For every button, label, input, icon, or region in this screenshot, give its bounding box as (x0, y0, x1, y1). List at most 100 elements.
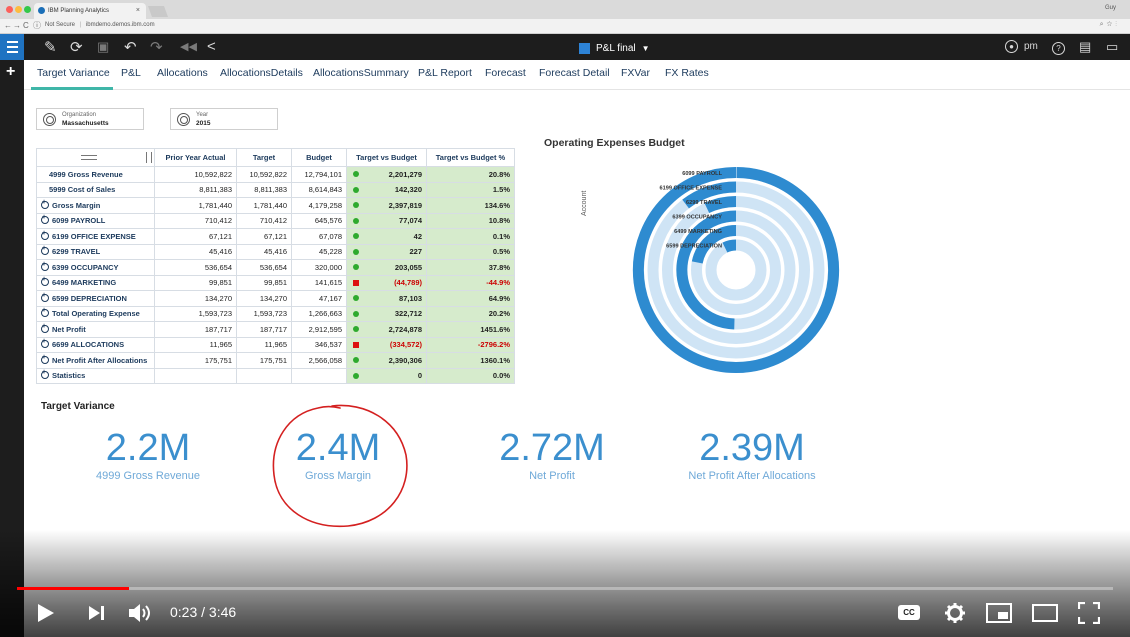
column-header[interactable]: Budget (291, 148, 347, 167)
browser-tab[interactable]: IBM Planning Analytics × (34, 3, 146, 19)
cell-target[interactable] (236, 367, 292, 384)
theater-mode-icon[interactable] (1032, 604, 1058, 622)
tab-pl-report[interactable]: P&L Report (418, 67, 472, 79)
zoom-icon[interactable]: ⌕ (1100, 21, 1107, 28)
row-header[interactable]: Total Operating Expense (36, 305, 155, 322)
cell-target[interactable]: 175,751 (236, 352, 292, 369)
add-icon[interactable]: + (6, 63, 15, 81)
miniplayer-icon[interactable] (986, 603, 1012, 623)
video-progress-bar[interactable] (17, 587, 1113, 590)
cell-budget[interactable]: 1,266,663 (291, 305, 347, 322)
expand-icon[interactable] (41, 323, 49, 333)
tab-close-icon[interactable]: × (136, 7, 140, 14)
cell-target[interactable]: 134,270 (236, 290, 292, 307)
column-header[interactable]: Prior Year Actual (154, 148, 237, 167)
tab-fxvar[interactable]: FXVar (621, 67, 650, 79)
cell-prior-year-actual[interactable]: 1,781,440 (154, 197, 237, 214)
share-icon[interactable]: < (207, 38, 216, 55)
cell-target[interactable]: 67,121 (236, 228, 292, 245)
cell-target[interactable]: 11,965 (236, 336, 292, 353)
url-field[interactable]: Not Secure | ibmdemo.demos.ibm.com (45, 22, 155, 28)
row-header[interactable]: Net Profit (36, 321, 155, 338)
cell-prior-year-actual[interactable]: 11,965 (154, 336, 237, 353)
close-window-icon[interactable] (6, 6, 13, 13)
row-header[interactable]: 6599 DEPRECIATION (36, 290, 155, 307)
tab-allocations-details[interactable]: AllocationsDetails (220, 67, 303, 79)
forward-icon[interactable]: → (13, 21, 21, 30)
cell-target[interactable]: 10,592,822 (236, 166, 292, 183)
workbook-selector[interactable]: P&L final ▼ (579, 40, 650, 56)
hamburger-menu-icon[interactable] (0, 34, 24, 60)
tab-target-variance[interactable]: Target Variance (37, 67, 110, 79)
chat-icon[interactable]: ▭ (1106, 39, 1118, 55)
back-icon[interactable]: ← (4, 21, 12, 30)
columns-icon[interactable] (146, 152, 152, 163)
tab-fx-rates[interactable]: FX Rates (665, 67, 709, 79)
captions-icon[interactable]: CC (898, 605, 920, 620)
bookmark-star-icon[interactable]: ☆ (1107, 21, 1116, 28)
cell-target[interactable]: 187,717 (236, 321, 292, 338)
cell-target[interactable]: 1,593,723 (236, 305, 292, 322)
column-header[interactable]: Target vs Budget (346, 148, 427, 167)
row-header[interactable]: 4999 Gross Revenue (36, 166, 155, 183)
edit-pencil-icon[interactable]: ✎ (44, 38, 57, 56)
cell-prior-year-actual[interactable]: 1,593,723 (154, 305, 237, 322)
expand-icon[interactable] (41, 369, 49, 380)
info-icon[interactable]: ⓘ (33, 20, 41, 31)
expand-icon[interactable] (41, 307, 49, 318)
cell-budget[interactable]: 141,615 (291, 274, 347, 291)
row-header[interactable]: 6399 OCCUPANCY (36, 259, 155, 276)
row-header[interactable]: 6299 TRAVEL (36, 243, 155, 260)
messages-icon[interactable]: ▤ (1079, 39, 1091, 55)
cell-prior-year-actual[interactable]: 536,654 (154, 259, 237, 276)
cell-prior-year-actual[interactable]: 134,270 (154, 290, 237, 307)
expand-icon[interactable] (41, 214, 49, 225)
tab-forecast[interactable]: Forecast (485, 67, 526, 79)
organization-selector[interactable]: Organization Massachusetts (36, 108, 144, 130)
chart-bar[interactable] (722, 239, 737, 253)
cell-budget[interactable]: 346,537 (291, 336, 347, 353)
tab-pl[interactable]: P&L (121, 67, 141, 79)
expand-icon[interactable] (41, 354, 49, 364)
help-icon[interactable]: ? (1052, 39, 1065, 55)
row-header[interactable]: 6199 OFFICE EXPENSE (36, 228, 155, 245)
expand-icon[interactable] (41, 338, 49, 349)
save-icon[interactable]: ▣ (97, 39, 109, 55)
rewind-icon[interactable]: ◀◀ (180, 40, 197, 53)
menu-dots-icon[interactable]: ⋮ (1115, 21, 1120, 28)
cell-budget[interactable]: 8,614,843 (291, 181, 347, 198)
row-header[interactable]: Net Profit After Allocations (36, 352, 155, 369)
cell-budget[interactable]: 2,912,595 (291, 321, 347, 338)
next-icon[interactable] (88, 605, 106, 621)
row-header[interactable]: 6499 MARKETING (36, 274, 155, 291)
cell-prior-year-actual[interactable]: 8,811,383 (154, 181, 237, 198)
minimize-window-icon[interactable] (15, 6, 22, 13)
cell-budget[interactable]: 2,566,058 (291, 352, 347, 369)
fullscreen-icon[interactable] (1078, 602, 1100, 624)
cell-budget[interactable]: 4,179,258 (291, 197, 347, 214)
cell-budget[interactable]: 67,078 (291, 228, 347, 245)
row-header[interactable]: 5999 Cost of Sales (36, 181, 155, 198)
row-header[interactable]: 6099 PAYROLL (36, 212, 155, 229)
cell-target[interactable]: 710,412 (236, 212, 292, 229)
volume-icon[interactable] (128, 602, 154, 624)
cell-target[interactable]: 99,851 (236, 274, 292, 291)
cell-prior-year-actual[interactable]: 10,592,822 (154, 166, 237, 183)
redo-icon[interactable]: ↷ (150, 38, 163, 56)
column-header[interactable]: Target vs Budget % (426, 148, 515, 167)
cell-target[interactable]: 45,416 (236, 243, 292, 260)
cell-budget[interactable]: 47,167 (291, 290, 347, 307)
cell-budget[interactable]: 45,228 (291, 243, 347, 260)
refresh-icon[interactable]: ⟳ (70, 38, 83, 56)
column-header[interactable]: Target (236, 148, 292, 167)
cell-prior-year-actual[interactable] (154, 367, 237, 384)
year-selector[interactable]: Year 2015 (170, 108, 278, 130)
browser-profile[interactable]: Guy (1105, 5, 1116, 11)
expand-icon[interactable] (41, 292, 49, 302)
new-tab-button[interactable] (147, 6, 169, 17)
expand-icon[interactable] (41, 261, 49, 271)
expand-icon[interactable] (41, 199, 49, 209)
user-menu[interactable]: ● pm (1005, 40, 1038, 53)
cell-budget[interactable]: 320,000 (291, 259, 347, 276)
cell-prior-year-actual[interactable]: 710,412 (154, 212, 237, 229)
